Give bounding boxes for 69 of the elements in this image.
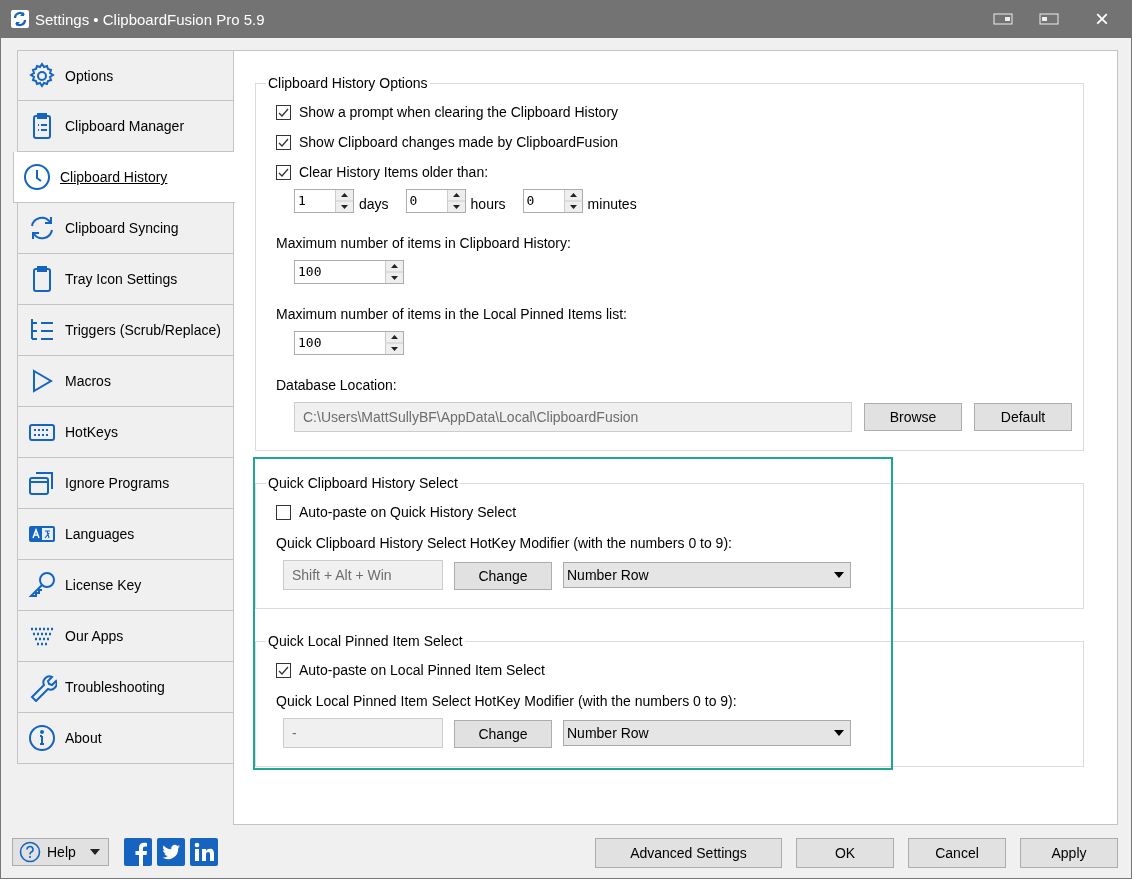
sidebar-item[interactable]: Macros (17, 356, 234, 407)
dropdown[interactable]: Number Row (563, 562, 851, 588)
sidebar-item[interactable]: Triggers (Scrub/Replace) (17, 305, 234, 356)
field-label: Quick Local Pinned Item Select HotKey Modifier (with the numbers 0 to 9): (276, 693, 738, 709)
number-spinner[interactable]: 0 (405, 189, 466, 213)
spin-arrows-icon[interactable] (446, 190, 465, 212)
checkbox[interactable] (276, 662, 291, 678)
sidebar-item[interactable]: Tray Icon Settings (17, 254, 234, 305)
footer-button[interactable]: Advanced Settings (595, 837, 782, 868)
twitter-icon[interactable] (157, 838, 185, 866)
clock-icon (22, 162, 52, 192)
spin-arrows-icon[interactable] (385, 261, 403, 283)
caret-icon (90, 849, 100, 855)
question-icon (19, 841, 41, 863)
group-title: Quick Local Pinned Item Select (267, 633, 464, 649)
checkbox-label: Show Clipboard changes made by ClipboardFusion (299, 134, 619, 150)
checkbox[interactable] (276, 134, 291, 150)
checkbox-label: Show a prompt when clearing the Clipboard History (299, 104, 619, 120)
sidebar-item[interactable]: Troubleshooting (17, 662, 234, 713)
sidebar-item[interactable]: License Key (17, 560, 234, 611)
dropdown[interactable]: Number Row (563, 720, 851, 746)
key-icon (27, 570, 57, 600)
checkbox[interactable] (276, 164, 291, 180)
sidebar-item[interactable]: Clipboard Syncing (17, 203, 234, 254)
group-title: Clipboard History Options (267, 75, 429, 91)
group-title: Quick Clipboard History Select (267, 475, 459, 491)
app-logo-icon (11, 10, 29, 28)
facebook-icon[interactable] (124, 838, 152, 866)
window-title: Settings • ClipboardFusion Pro 5.9 (35, 10, 265, 28)
window-layout-icon (993, 13, 1013, 25)
field-label: Maximum number of items in Clipboard History: (276, 235, 572, 251)
footer-button[interactable]: Apply (1020, 837, 1118, 868)
number-spinner[interactable]: 1 (294, 189, 354, 213)
field-label: Maximum number of items in the Local Pinned Items list: (276, 306, 628, 322)
sidebar-item[interactable]: HotKeys (17, 407, 234, 458)
number-spinner[interactable]: 100 (294, 331, 404, 355)
field-label: Quick Clipboard History Select HotKey Modifier (with the numbers 0 to 9): (276, 535, 733, 551)
help-dropdown-button[interactable]: Help (12, 838, 109, 866)
sidebar-item[interactable]: Our Apps (17, 611, 234, 662)
window-layout-icon (1039, 13, 1059, 25)
field-label: Database Location: (276, 377, 398, 393)
spin-arrows-icon[interactable] (563, 190, 582, 212)
change-button[interactable]: Change (454, 561, 552, 590)
checkbox-label: Auto-paste on Quick History Select (299, 504, 517, 520)
linkedin-icon[interactable] (190, 838, 218, 866)
unit-label: days (359, 196, 389, 212)
sidebar-item[interactable]: Clipboard History (13, 152, 235, 203)
number-spinner[interactable]: 0 (522, 189, 583, 213)
footer-button[interactable]: OK (796, 837, 894, 868)
caret-icon (834, 572, 844, 578)
info-icon (27, 723, 57, 753)
checkbox[interactable] (276, 504, 291, 520)
checkbox[interactable] (276, 104, 291, 120)
spin-arrows-icon[interactable] (335, 190, 353, 212)
number-spinner[interactable]: 100 (294, 260, 404, 284)
sidebar-item[interactable]: Languages (17, 509, 234, 560)
sidebar-item[interactable]: Clipboard Manager (17, 101, 234, 152)
checkbox-label: Auto-paste on Local Pinned Item Select (299, 662, 545, 678)
close-button[interactable]: × (1072, 0, 1132, 38)
footer-button[interactable]: Cancel (908, 837, 1006, 868)
caret-icon (834, 730, 844, 736)
unit-label: minutes (587, 196, 637, 212)
sidebar-item[interactable]: About (17, 713, 234, 764)
checkbox-label: Clear History Items older than: (299, 164, 489, 180)
change-button[interactable]: Change (454, 719, 552, 748)
unit-label: hours (470, 196, 506, 212)
spin-arrows-icon[interactable] (385, 332, 403, 354)
sidebar-item[interactable]: Ignore Programs (17, 458, 234, 509)
sidebar-item[interactable]: Options (17, 50, 234, 101)
